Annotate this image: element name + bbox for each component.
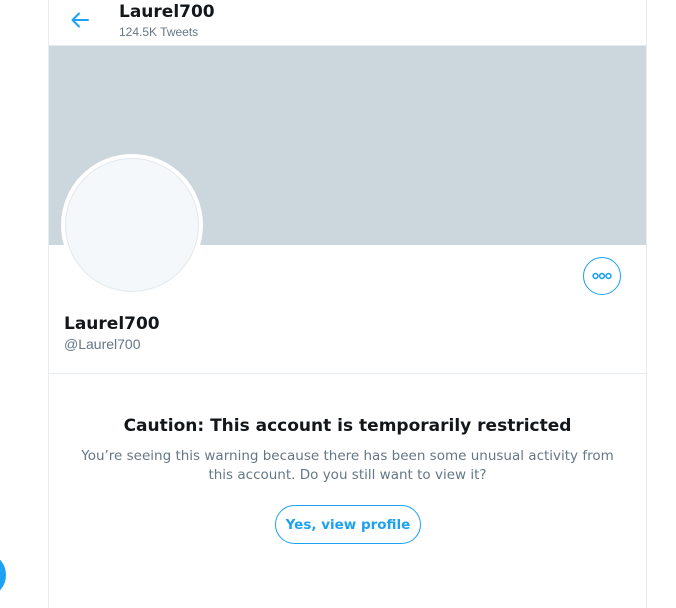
- tweet-count: 124.5K Tweets: [119, 25, 199, 39]
- view-profile-button[interactable]: Yes, view profile: [275, 505, 421, 544]
- avatar-image: [65, 158, 199, 292]
- warning-title: Caution: This account is temporarily res…: [123, 416, 572, 436]
- divider: [49, 373, 646, 374]
- warning-message: You’re seeing this warning because there…: [81, 448, 614, 483]
- more-options-icon: [592, 267, 612, 285]
- profile-header: Laurel700 124.5K Tweets: [49, 0, 646, 46]
- arrow-left-icon: [70, 10, 90, 35]
- back-button[interactable]: [63, 5, 97, 39]
- profile-name: Laurel700: [64, 314, 160, 334]
- avatar[interactable]: [61, 154, 203, 296]
- floating-action-button[interactable]: [0, 555, 6, 595]
- header-title: Laurel700: [119, 2, 215, 22]
- profile-handle: @Laurel700: [64, 336, 141, 352]
- more-options-button[interactable]: [583, 257, 621, 295]
- profile-column: Laurel700 124.5K Tweets Laurel700 @Laure…: [48, 0, 647, 608]
